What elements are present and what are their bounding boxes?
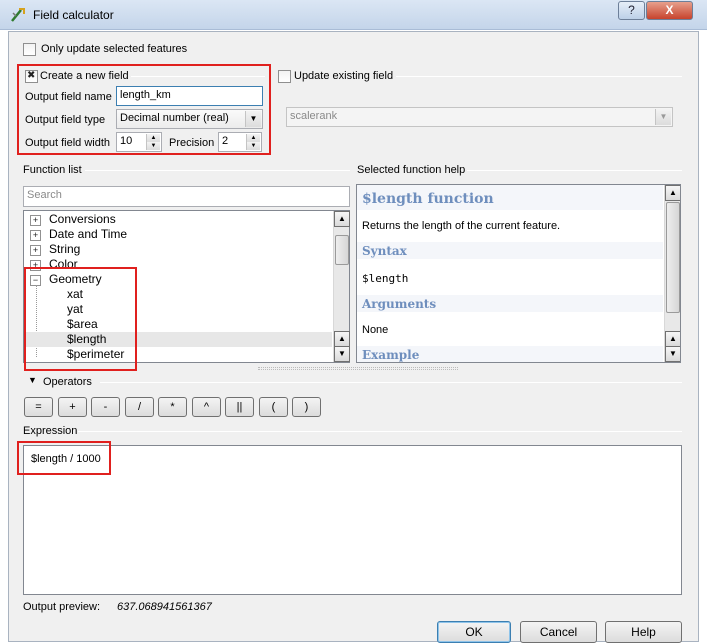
precision-value: 2 [222, 135, 229, 147]
scroll-down-icon[interactable]: ▼ [665, 346, 680, 362]
output-field-width-value: 10 [120, 135, 133, 147]
expression-editor[interactable] [23, 445, 682, 595]
geometry-highlight [24, 267, 137, 371]
window-title: Field calculator [33, 8, 114, 22]
spin-down-icon[interactable]: ▼ [146, 142, 160, 150]
help-arguments-heading: Arguments [357, 295, 663, 312]
group-divider [467, 170, 682, 171]
spin-up-icon[interactable]: ▲ [246, 134, 260, 142]
help-example-heading: Example [357, 346, 663, 362]
scroll-up-icon[interactable]: ▲ [334, 211, 350, 227]
function-help-label: Selected function help [357, 164, 466, 176]
group-divider [100, 382, 682, 383]
update-existing-field-checkbox[interactable] [278, 70, 291, 83]
output-field-name-input[interactable]: length_km [116, 86, 263, 106]
expression-highlight [17, 441, 111, 475]
operators-label: Operators [43, 376, 92, 388]
window-close-button[interactable]: X [646, 1, 693, 20]
ok-button[interactable]: OK [437, 621, 511, 643]
output-field-type-label: Output field type [25, 114, 106, 126]
scroll-thumb[interactable] [666, 202, 680, 313]
update-existing-field-label: Update existing field [294, 70, 394, 82]
operator-power-button[interactable]: ^ [192, 397, 221, 417]
field-calculator-icon [11, 8, 25, 22]
chevron-down-icon: ▼ [245, 111, 261, 127]
group-divider [396, 76, 682, 77]
operator-divide-button[interactable]: / [125, 397, 154, 417]
scroll-down-icon[interactable]: ▼ [334, 346, 350, 362]
chevron-down-icon: ▼ [655, 109, 671, 125]
existing-field-value: scalerank [290, 110, 338, 122]
help-syntax-heading: Syntax [357, 242, 663, 259]
expression-label: Expression [23, 425, 78, 437]
window-help-button[interactable]: ? [618, 1, 645, 20]
scroll-up-icon[interactable]: ▲ [665, 331, 680, 347]
help-button[interactable]: Help [605, 621, 682, 643]
precision-label: Precision [169, 137, 215, 149]
tree-group-label: String [49, 242, 81, 256]
create-new-field-checkbox[interactable] [25, 70, 38, 83]
operator-multiply-button[interactable]: * [158, 397, 187, 417]
spin-up-icon[interactable]: ▲ [146, 134, 160, 142]
operator-equals-button[interactable]: = [24, 397, 53, 417]
scroll-up-icon[interactable]: ▲ [665, 185, 680, 201]
output-field-name-label: Output field name [25, 91, 112, 103]
scroll-thumb[interactable] [335, 235, 349, 265]
existing-field-select: scalerank ▼ [286, 107, 673, 127]
group-divider [131, 76, 265, 77]
operator-close-paren-button[interactable]: ) [292, 397, 321, 417]
help-title: $length function [357, 185, 663, 210]
precision-spinbox[interactable]: 2 ▲ ▼ [218, 132, 262, 152]
output-field-width-spinbox[interactable]: 10 ▲ ▼ [116, 132, 162, 152]
function-help-panel: $length function Returns the length of t… [356, 184, 681, 363]
cancel-button[interactable]: Cancel [520, 621, 597, 643]
splitter-handle[interactable] [258, 367, 458, 370]
help-syntax: $length [362, 272, 409, 285]
group-divider [85, 170, 350, 171]
output-field-width-label: Output field width [25, 137, 110, 149]
help-arguments: None [362, 324, 389, 336]
function-list-label: Function list [23, 164, 82, 176]
operator-minus-button[interactable]: - [91, 397, 120, 417]
group-divider [78, 431, 682, 432]
spin-down-icon[interactable]: ▼ [246, 142, 260, 150]
output-preview-value: 637.068941561367 [117, 601, 212, 613]
only-selected-checkbox[interactable] [23, 43, 36, 56]
only-selected-label: Only update selected features [41, 43, 188, 55]
collapse-triangle-icon[interactable]: ▼ [28, 375, 37, 385]
function-tree-scrollbar[interactable]: ▲ ▲ ▼ [333, 211, 350, 362]
operator-plus-button[interactable]: + [58, 397, 87, 417]
function-help-scrollbar[interactable]: ▲ ▲ ▼ [664, 185, 680, 362]
output-field-type-select[interactable]: Decimal number (real) ▼ [116, 109, 263, 129]
output-preview-label: Output preview: [23, 601, 101, 613]
operator-concat-button[interactable]: || [225, 397, 254, 417]
function-search-input[interactable]: Search [23, 186, 350, 207]
tree-group-label: Date and Time [49, 227, 128, 241]
help-description: Returns the length of the current featur… [362, 220, 561, 232]
scroll-up-icon[interactable]: ▲ [334, 331, 350, 347]
tree-group-label: Conversions [49, 212, 116, 226]
operator-open-paren-button[interactable]: ( [259, 397, 288, 417]
create-new-field-label: Create a new field [40, 70, 129, 82]
output-field-type-value: Decimal number (real) [120, 112, 229, 124]
